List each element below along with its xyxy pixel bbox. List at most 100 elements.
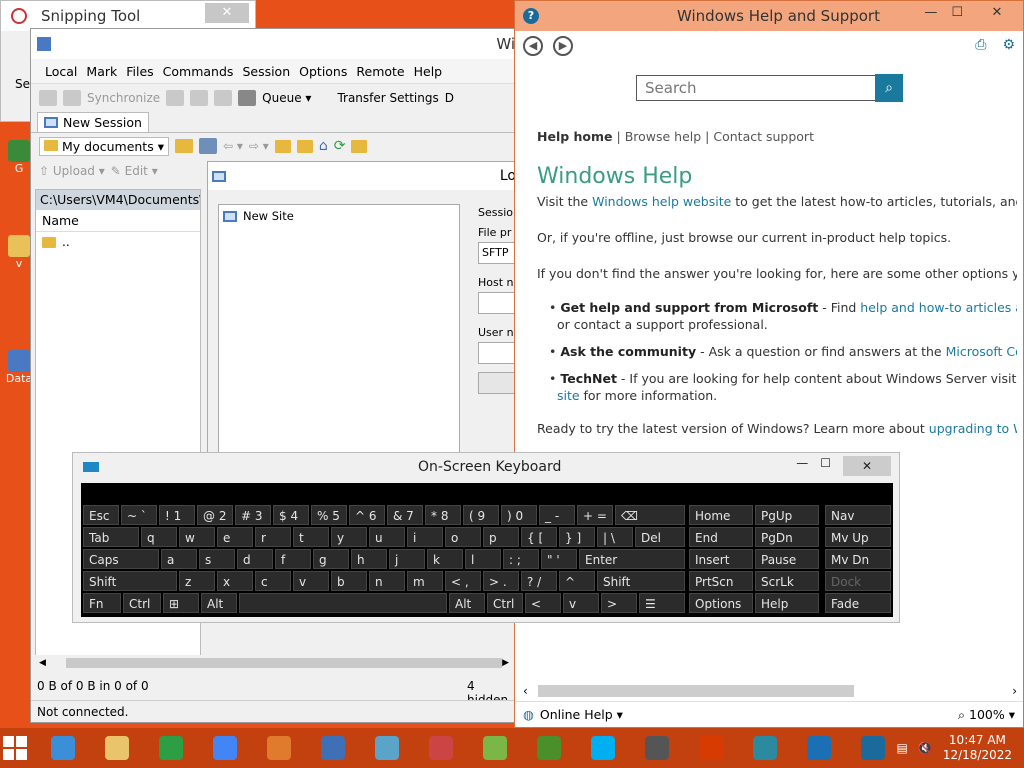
key-d[interactable]: d [237,549,273,569]
online-help-dropdown[interactable]: Online Help ▾ [540,707,623,722]
key-end[interactable]: End [689,527,753,547]
menu-help[interactable]: Help [414,64,443,79]
key-n[interactable]: n [369,571,405,591]
location-combo[interactable]: My documents ▾ [39,136,169,156]
key-prtscn[interactable]: PrtScn [689,571,753,591]
key-i[interactable]: i [407,527,443,547]
gear-icon[interactable]: ⚙ [1002,37,1015,53]
key-b[interactable]: b [331,571,367,591]
key-a[interactable]: a [161,549,197,569]
media-player-icon[interactable] [255,730,303,766]
key-r[interactable]: r [255,527,291,547]
network-icon[interactable]: ▤ [897,741,908,755]
key-7[interactable]: & 7 [387,505,423,525]
frog-icon[interactable] [525,730,573,766]
key-j[interactable]: j [389,549,425,569]
scroll-thumb[interactable] [65,658,503,668]
sync-browse-icon[interactable] [63,89,81,106]
key-del[interactable]: Del [635,527,685,547]
key-insert[interactable]: Insert [689,549,753,569]
key-help[interactable]: Help [755,593,819,613]
compare-icon[interactable] [39,89,57,106]
key-enter[interactable]: Enter [579,549,685,569]
key-pause[interactable]: Pause [755,549,819,569]
key-m[interactable]: m [407,571,443,591]
key-symbol[interactable]: ⊞ [163,593,199,613]
remote-desktop-icon[interactable] [633,730,681,766]
forward-icon[interactable]: ▶ [553,36,573,56]
protocol-select[interactable]: SFTP [478,242,518,264]
store-icon[interactable] [147,730,195,766]
menu-remote[interactable]: Remote [356,64,404,79]
ie-icon[interactable] [39,730,87,766]
key-symbol[interactable]: ☰ [639,593,685,613]
edit-button[interactable]: ✎ Edit ▾ [111,164,158,178]
key-w[interactable]: w [179,527,215,547]
key-esc[interactable]: Esc [83,505,119,525]
help-home-link[interactable]: Help home [537,129,613,144]
menu-options[interactable]: Options [299,64,347,79]
skype-icon[interactable] [579,730,627,766]
key-6[interactable]: ^ 6 [349,505,385,525]
filter-icon[interactable] [199,138,217,154]
help-articles-link[interactable]: help and how-to articles and vi [860,300,1017,315]
key-fn[interactable]: Fn [83,593,121,613]
key-g[interactable]: g [313,549,349,569]
key-mvup[interactable]: Mv Up [825,527,891,547]
file-row-parent[interactable]: .. [36,232,200,252]
contact-support-link[interactable]: Contact support [713,129,814,144]
microsoft-community-link[interactable]: Microsoft Commu [946,344,1017,359]
maximize-button[interactable]: ☐ [951,5,963,20]
key-t[interactable]: t [293,527,329,547]
key-symbol[interactable]: < , [445,571,481,591]
help-search-input[interactable]: Search [636,75,876,101]
windows-help-website-link[interactable]: Windows help website [592,194,731,209]
key-z[interactable]: z [179,571,215,591]
key-scrlk[interactable]: ScrLk [755,571,819,591]
key-shift[interactable]: Shift [83,571,177,591]
key-symbol[interactable]: " ' [541,549,577,569]
site-item-new-site[interactable]: New Site [219,205,459,227]
console-icon[interactable] [166,89,185,106]
key-h[interactable]: h [351,549,387,569]
key-f[interactable]: f [275,549,311,569]
key-pgdn[interactable]: PgDn [755,527,819,547]
key-symbol[interactable]: | \ [597,527,633,547]
key-fade[interactable]: Fade [825,593,891,613]
refresh-icon[interactable]: ⟳ [334,138,346,154]
key-symbol[interactable]: < [525,593,561,613]
scroll-right-icon[interactable]: ▶ [502,658,509,668]
back-arrow-icon[interactable]: ⇦ ▾ [223,139,243,153]
key-symbol[interactable]: ~ ` [121,505,157,525]
menu-session[interactable]: Session [242,64,290,79]
key-3[interactable]: # 3 [235,505,271,525]
scroll-left-icon[interactable]: ◀ [39,658,46,668]
search-icon[interactable]: ⌕ [875,74,903,102]
volume-icon[interactable]: 🔇 [918,741,933,755]
start-button[interactable] [0,728,31,768]
forward-arrow-icon[interactable]: ⇨ ▾ [249,139,269,153]
key-space[interactable] [239,593,447,613]
key-symbol[interactable]: > [601,593,637,613]
key-home[interactable]: Home [689,505,753,525]
key-4[interactable]: $ 4 [273,505,309,525]
key-u[interactable]: u [369,527,405,547]
key-e[interactable]: e [217,527,253,547]
network-app-icon[interactable] [363,730,411,766]
help-icon[interactable] [849,730,897,766]
close-button[interactable]: ✕ [977,5,1017,20]
key-alt[interactable]: Alt [449,593,485,613]
menu-local[interactable]: Local [45,64,77,79]
clock[interactable]: 10:47 AM 12/18/2022 [943,733,1012,763]
notepad-icon[interactable] [471,730,519,766]
key-symbol[interactable]: ⌫ [615,505,685,525]
maximize-button[interactable]: ☐ [820,456,831,476]
on-screen-keyboard-icon[interactable] [309,730,357,766]
key-p[interactable]: p [483,527,519,547]
queue-button[interactable]: Queue ▾ [262,91,311,105]
office-icon[interactable] [687,730,735,766]
technet-site-link[interactable]: site [557,388,580,403]
host-name-input[interactable] [478,292,518,314]
synchronize-button[interactable]: Synchronize [87,91,160,105]
browse-help-link[interactable]: Browse help [625,129,702,144]
